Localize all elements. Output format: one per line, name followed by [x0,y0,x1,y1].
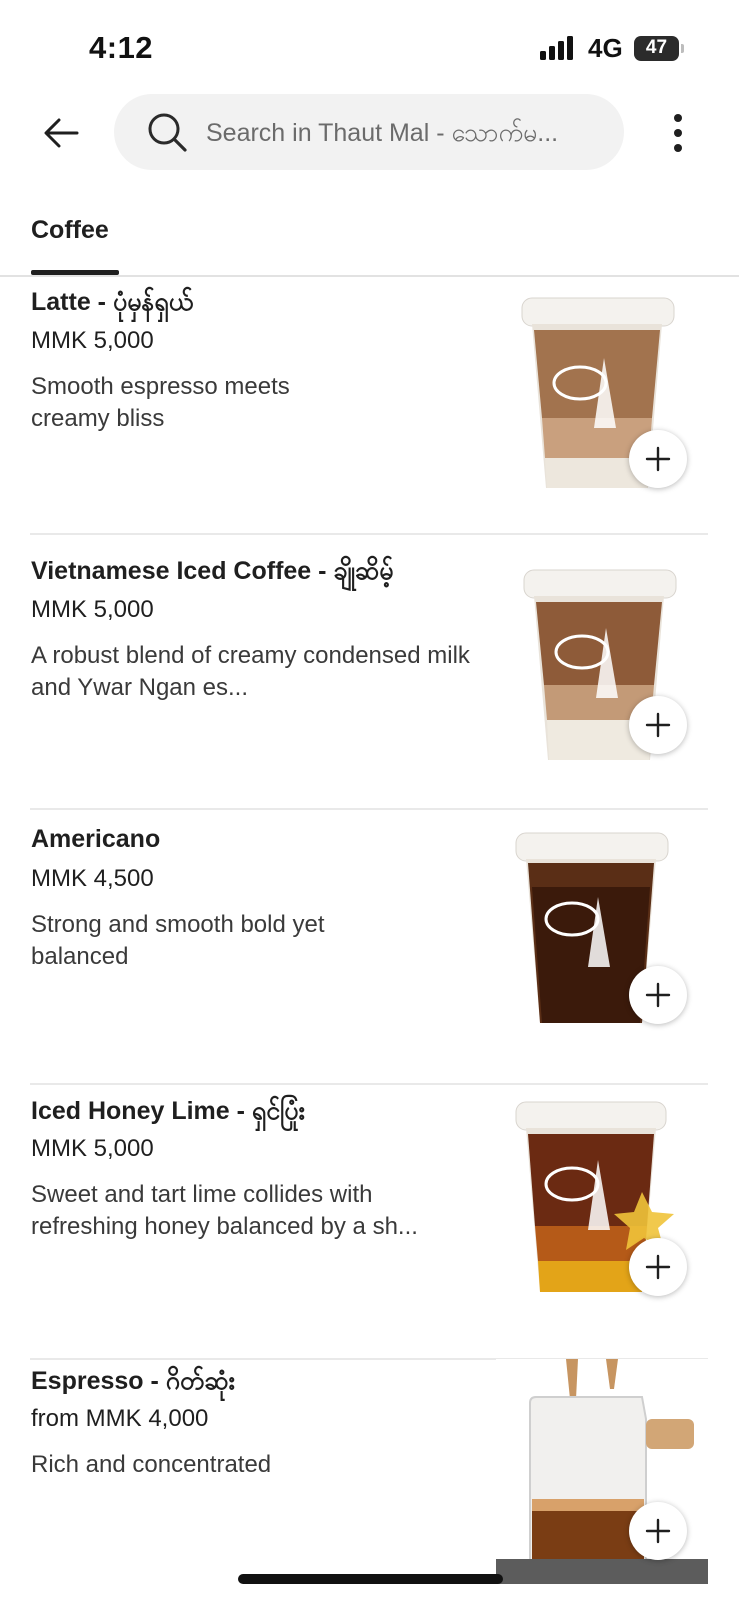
more-options-button[interactable] [660,106,696,160]
more-dot [674,129,682,137]
item-description: Strong and smooth bold yet balanced [31,911,325,970]
plus-icon [645,1518,671,1544]
status-time: 4:12 [89,30,154,65]
add-to-cart-button[interactable] [629,1238,687,1296]
more-dot [674,114,682,122]
search-icon [148,113,187,152]
battery-icon: 47 [634,36,684,61]
item-description: Smooth espresso meets creamy bliss [31,373,290,432]
item-description: A robust blend of creamy condensed milk … [31,642,470,701]
menu-item-espresso[interactable]: Espresso - ဂိတ်ဆုံး from MMK 4,000 Rich … [0,1359,739,1600]
search-placeholder: Search in Thaut Mal - သောက်မ... [206,119,559,147]
item-name: Iced Honey Lime - ရှင်ပြုံး [31,1097,305,1125]
item-name: Americano [31,825,161,853]
item-description: Sweet and tart lime collides with refres… [31,1181,418,1240]
item-name: Vietnamese Iced Coffee - ချိုဆိမ့် [31,557,394,585]
item-price: from MMK 4,000 [31,1405,209,1432]
add-to-cart-button[interactable] [629,430,687,488]
menu-item-latte[interactable]: Latte - ပုံမှန်ရှယ် MMK 5,000 Smooth esp… [0,276,739,548]
arrow-left-icon [44,118,79,148]
status-bar: 4:12 4G 47 [0,0,739,92]
plus-icon [645,712,671,738]
battery-level: 47 [645,37,668,58]
back-button[interactable] [36,108,86,158]
add-to-cart-button[interactable] [629,696,687,754]
item-divider [30,808,708,810]
item-price: MMK 5,000 [31,596,154,623]
plus-icon [645,446,671,472]
item-price: MMK 5,000 [31,1135,154,1162]
add-to-cart-button[interactable] [629,1502,687,1560]
tab-coffee[interactable]: Coffee [31,216,109,245]
menu-item-vietnamese-iced-coffee[interactable]: Vietnamese Iced Coffee - ချိုဆိမ့် MMK 5… [0,550,739,822]
item-divider [30,1083,708,1085]
more-dot [674,144,682,152]
item-name: Latte - ပုံမှန်ရှယ် [31,288,194,316]
plus-icon [645,1254,671,1280]
menu-item-americano[interactable]: Americano MMK 4,500 Strong and smooth bo… [0,825,739,1097]
item-price: MMK 4,500 [31,865,154,892]
home-indicator [238,1574,503,1584]
item-name: Espresso - ဂိတ်ဆုံး [31,1367,235,1395]
signal-strength-icon [540,36,576,60]
item-description: Rich and concentrated [31,1451,272,1478]
add-to-cart-button[interactable] [629,966,687,1024]
network-type: 4G [588,33,623,63]
item-price: MMK 5,000 [31,327,154,354]
item-divider [30,533,708,535]
menu-item-iced-honey-lime[interactable]: Iced Honey Lime - ရှင်ပြုံး MMK 5,000 Sw… [0,1097,739,1372]
plus-icon [645,982,671,1008]
search-input[interactable]: Search in Thaut Mal - သောက်မ... [114,94,624,170]
